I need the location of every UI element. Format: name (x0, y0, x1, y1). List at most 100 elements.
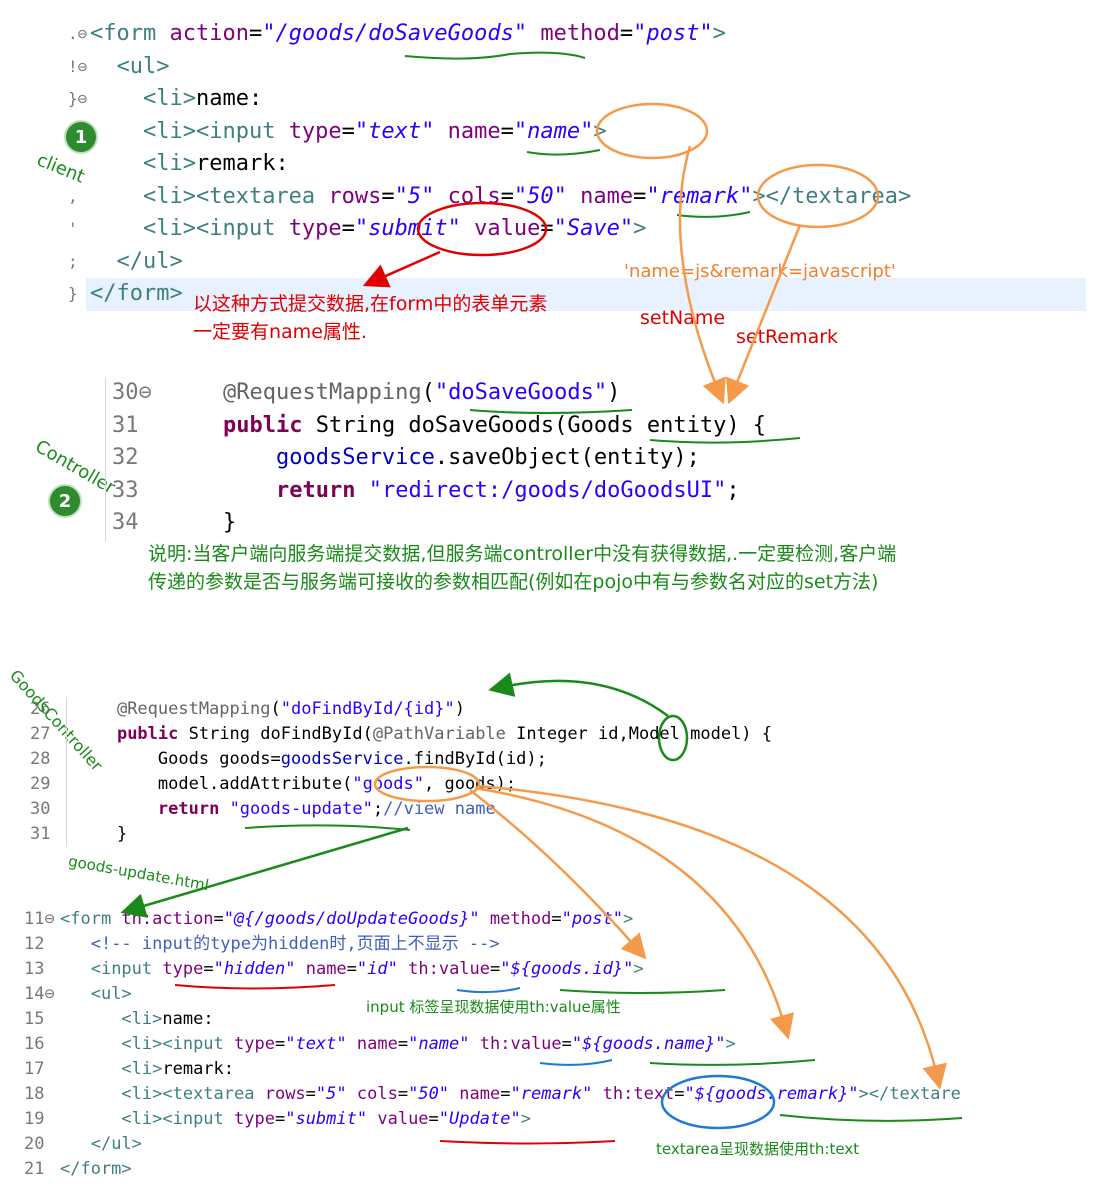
code-line: <ul> (60, 982, 132, 1007)
code-token: String doFindById( (178, 724, 373, 744)
code-token: .saveObject(entity); (434, 445, 700, 470)
code-line: <li><input type="text" name="name" th:va… (60, 1032, 736, 1057)
code-line: <form action="/goods/doSaveGoods" method… (90, 18, 726, 50)
code-token: method (540, 21, 620, 46)
code-token: String doSaveGoods(Goods entity) { (302, 412, 767, 438)
line-number: ' (68, 219, 78, 238)
code-token: method (489, 909, 552, 929)
code-token: Goods goods= (76, 749, 281, 769)
code-token: = (490, 959, 501, 979)
code-token: action (169, 21, 249, 46)
code-token: = (397, 1034, 409, 1054)
code-line: <li>remark: (60, 1057, 234, 1082)
code-token: <li><textarea (121, 1084, 265, 1104)
code-token: "post" (561, 909, 624, 929)
code-token: <li> (142, 151, 196, 176)
code-line: return "redirect:/goods/doGoodsUI"; (170, 475, 740, 507)
code-token: "text" (354, 118, 435, 144)
line-number: ; (68, 251, 78, 271)
code-token: <li><textarea (142, 183, 329, 209)
code-token: name (305, 959, 347, 979)
line-number: !⊖ (68, 56, 88, 76)
code-token: Integer id,Model model) { (505, 724, 773, 744)
code-token: public (116, 724, 179, 744)
code-token: > (633, 216, 647, 241)
code-line: return "goods-update";//view name (76, 797, 496, 822)
code-token: public (222, 412, 303, 438)
code-token: = (213, 909, 224, 929)
code-line: <ul> (90, 51, 170, 83)
code-token: "/goods/doSaveGoods" (262, 21, 528, 46)
underline-name (526, 149, 601, 156)
code-token: <input (90, 959, 163, 979)
code-token: model.addAttribute( (76, 774, 353, 794)
code-token: = (274, 1034, 286, 1054)
code-token: rows (264, 1084, 306, 1104)
line-number: 21 (24, 1159, 45, 1179)
code-token: = (551, 909, 562, 929)
code-token: <li><input (142, 216, 289, 241)
code-token: > (712, 21, 726, 46)
code-token: > (633, 959, 644, 979)
code-token: return (157, 799, 220, 819)
code-token: cols (447, 183, 501, 209)
code-line: } (76, 822, 127, 847)
client-label: client (33, 149, 88, 188)
code-line: public String doSaveGoods(Goods entity) … (170, 410, 766, 442)
line-number: 30 (30, 799, 51, 819)
line-number: 12 (24, 934, 45, 954)
line-number: 31 (30, 824, 51, 844)
code-token: name (580, 183, 634, 209)
code-token: type (288, 118, 342, 144)
code-token: = (561, 1034, 572, 1054)
code-token: name (459, 1084, 501, 1104)
code-token: "50" (408, 1084, 450, 1104)
line-number: 13 (24, 959, 45, 979)
code-token: = (346, 959, 357, 979)
code-token: > (725, 1034, 736, 1054)
code-line: </ul> (60, 1132, 142, 1157)
code-token: = (341, 216, 355, 241)
code-token: > (593, 118, 607, 144)
code-token: > (520, 1109, 531, 1129)
underline-update (439, 1140, 616, 1145)
code-token: "@{/goods/doUpdateGoods}" (223, 909, 480, 929)
code-token: "submit" (354, 216, 461, 241)
code-token: = (274, 1109, 286, 1129)
code-token: = (674, 1084, 685, 1104)
query-string-label: 'name=js&remark=javascript' (624, 261, 896, 282)
circle-name-attr (595, 102, 709, 160)
code-token: > (623, 909, 634, 929)
explanation-line-2: 传递的参数是否与服务端可接收的参数相匹配(例如在pojo中有与参数名对应的set… (148, 571, 879, 593)
code-token: = (248, 21, 263, 46)
code-token: <li><input (121, 1109, 235, 1129)
code-token: = (305, 1084, 316, 1104)
code-token: //view name (383, 799, 496, 819)
code-line: public String doFindById(@PathVariable I… (76, 722, 772, 747)
arrow-id-to-path (488, 672, 669, 718)
code-token: = (500, 1084, 511, 1104)
code-token: @RequestMapping (222, 380, 422, 405)
file-label: goods-update.html (66, 852, 211, 895)
code-line: </form> (90, 278, 183, 310)
code-token: "50" (513, 183, 567, 209)
code-line: <li><input type="submit" value="Update"> (60, 1107, 531, 1132)
code-token: = (381, 183, 395, 209)
code-token: = (633, 183, 647, 209)
code-token: goodsService (280, 749, 404, 769)
code-line: <li>name: (90, 83, 262, 115)
